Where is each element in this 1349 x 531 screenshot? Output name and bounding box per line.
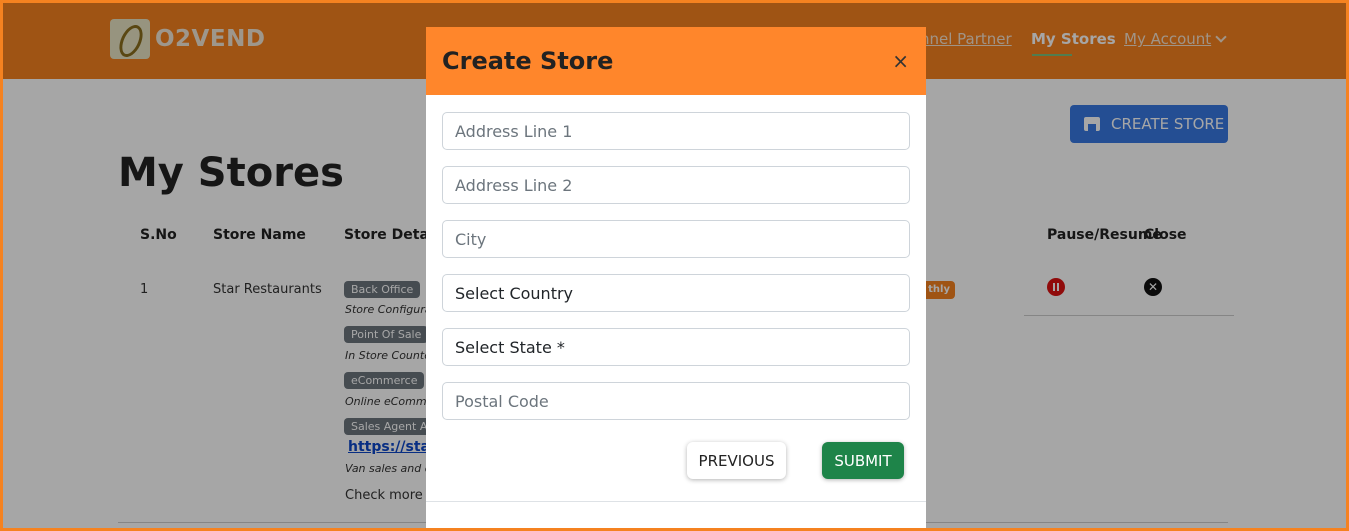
state-select[interactable]: Select State * — [442, 328, 910, 366]
postal-code-input[interactable] — [442, 382, 910, 420]
modal-header: Create Store × — [426, 27, 926, 95]
close-icon[interactable]: × — [892, 51, 909, 71]
create-store-modal: Create Store × Select Country Select Sta… — [426, 27, 926, 531]
country-select-value: Select Country — [455, 283, 574, 303]
modal-footer-divider — [426, 501, 926, 502]
address-line-2-input[interactable] — [442, 166, 910, 204]
modal-title: Create Store — [442, 47, 614, 75]
country-select[interactable]: Select Country — [442, 274, 910, 312]
submit-button[interactable]: SUBMIT — [822, 442, 904, 479]
previous-button[interactable]: PREVIOUS — [687, 442, 786, 479]
state-select-value: Select State * — [455, 337, 565, 357]
city-input[interactable] — [442, 220, 910, 258]
address-line-1-input[interactable] — [442, 112, 910, 150]
